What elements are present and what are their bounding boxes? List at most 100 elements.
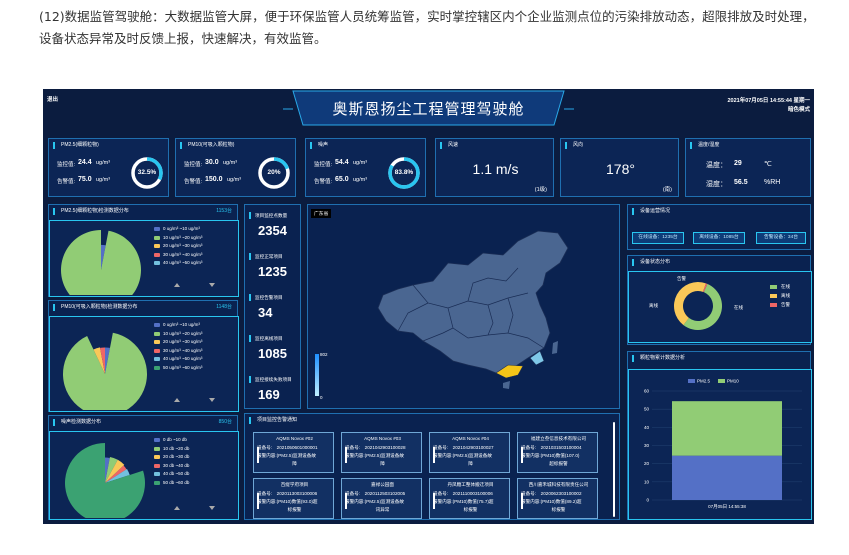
legend-swatch[interactable] <box>154 227 160 231</box>
device-status-donut[interactable] <box>668 276 728 336</box>
legend-label[interactable]: 40 db ~50 db <box>163 471 189 476</box>
legend-swatch[interactable] <box>154 480 160 485</box>
legend-swatch[interactable] <box>154 463 160 468</box>
legend-swatch[interactable] <box>154 438 160 442</box>
alarm-card[interactable]: 福建立叁信息技术有限公司 设备号: 2021031503100004 报警内容:(P… <box>517 432 598 473</box>
alarm-card-scroll[interactable] <box>521 447 523 463</box>
bar-legend-swatch[interactable] <box>688 379 695 383</box>
legend-label[interactable]: 20 ug/m³ ~30 ug/m³ <box>163 243 202 248</box>
legend-label[interactable]: 10 ug/m³ ~20 ug/m³ <box>163 235 202 240</box>
alarm-card[interactable]: 百缇学府项目 设备号: 2020113003100006 报警内容:(PM10)数值… <box>253 478 334 519</box>
alarm-card-scroll[interactable] <box>345 447 347 463</box>
bar-legend-label[interactable]: PM10 <box>727 379 739 384</box>
bar-legend-label[interactable]: PM2.5 <box>697 379 711 384</box>
offline-devices-button[interactable]: 离线设备：1085台 <box>693 232 745 244</box>
alarm-content-extra: 障 <box>380 461 385 466</box>
china-map[interactable] <box>368 223 608 393</box>
legend-label[interactable]: 30 ug/m³ ~40 ug/m³ <box>163 252 202 257</box>
wind-direction-value: 178° <box>606 161 635 177</box>
legend-prev-arrow[interactable] <box>174 506 180 510</box>
province-selector[interactable]: 广东省 <box>311 209 332 218</box>
theme-toggle[interactable]: 暗色模式 <box>788 105 810 113</box>
alarm-card-scroll[interactable] <box>257 447 259 463</box>
wind-speed-level: (1级) <box>534 187 547 193</box>
stat-value: 2354 <box>258 223 287 238</box>
alarm-card[interactable]: 丹凤糖工整体搬迁项目 设备号: 2021110003100006 报警内容:(PM1… <box>429 478 510 519</box>
alarm-card-scroll[interactable] <box>433 447 435 463</box>
rose-pie-chart[interactable] <box>53 433 163 518</box>
legend-label[interactable]: 0 ug/m³ ~10 ug/m³ <box>163 322 200 327</box>
legend-swatch[interactable] <box>154 357 160 361</box>
rose-slice[interactable] <box>61 230 141 295</box>
legend-swatch[interactable] <box>154 252 160 257</box>
legend-swatch[interactable] <box>154 261 160 265</box>
panel-title: PM10(可吸入颗粒物)检测数据分布 <box>49 301 137 314</box>
legend-swatch[interactable] <box>154 446 160 451</box>
legend-label[interactable]: 40 ug/m³ ~50 ug/m³ <box>163 356 202 361</box>
online-devices-button[interactable]: 在线设备：1235台 <box>632 232 684 244</box>
legend-next-arrow[interactable] <box>209 398 215 402</box>
legend-swatch[interactable] <box>154 340 160 344</box>
legend-prev-arrow[interactable] <box>174 398 180 402</box>
legend-label[interactable]: 30 db ~40 db <box>163 463 189 468</box>
legend-label[interactable]: 50 db ~60 db <box>163 480 189 485</box>
legend-next-arrow[interactable] <box>209 506 215 510</box>
particle-bar-chart[interactable]: 0 10 20 30 40 50 60 PM2.5 PM10 07月05日 14:55:38 <box>628 369 812 520</box>
legend-swatch[interactable] <box>154 472 160 476</box>
legend-prev-arrow[interactable] <box>174 283 180 287</box>
monitor-label: 监控值: <box>184 162 203 168</box>
bar-legend-swatch[interactable] <box>718 379 725 383</box>
legend-label[interactable]: 10 db ~20 db <box>163 446 189 451</box>
y-tick-label: 20 <box>644 461 650 466</box>
exit-link[interactable]: 退出 <box>47 95 58 103</box>
status-legend-swatch[interactable] <box>770 285 777 289</box>
alarm-devices-button[interactable]: 告警设备：34台 <box>756 232 806 244</box>
alarm-scrollbar[interactable] <box>613 422 615 517</box>
legend-label[interactable]: 0 db ~10 db <box>163 437 187 442</box>
metric-card-title: 噪声 <box>306 139 328 152</box>
stats-column: 项目监控点数量 2354 监控正常项目 1235 监控告警项目 34 监控离线项目 1085 监… <box>244 204 301 409</box>
alarm-name: 嘉禄公园面 <box>371 482 394 487</box>
alarm-card-scroll[interactable] <box>521 493 523 509</box>
bar-segment[interactable] <box>672 401 782 456</box>
alarm-card[interactable]: AQMS Novox #02 设备号: 2021050601000001 报警内容:… <box>253 432 334 473</box>
particle-bar-title: 颗粒物累计数据分析 <box>628 352 685 365</box>
legend-next-arrow[interactable] <box>209 283 215 287</box>
legend-swatch[interactable] <box>154 323 160 327</box>
legend-label[interactable]: 40 ug/m³ ~50 ug/m³ <box>163 260 202 265</box>
panel-title: PM2.5(细颗粒物)检测数据分布 <box>49 205 129 218</box>
alarm-card[interactable]: 西川嘉禾城科技有限责任公司 设备号: 2020062303100002 报警内容:(… <box>517 478 598 519</box>
map-scale-bar[interactable] <box>313 350 325 400</box>
status-legend-label[interactable]: 告警 <box>781 302 790 308</box>
status-legend-swatch[interactable] <box>770 294 777 298</box>
legend-swatch[interactable] <box>154 331 160 336</box>
legend-label[interactable]: 50 ug/m³ ~60 ug/m³ <box>163 365 202 370</box>
bar-segment[interactable] <box>672 455 782 500</box>
alarm-card[interactable]: AQMS Novox #04 设备号: 2021042903100027 报警内容:… <box>429 432 510 473</box>
device-count: 850台 <box>218 419 232 425</box>
alarm-card-scroll[interactable] <box>345 493 347 509</box>
alarm-card-scroll[interactable] <box>433 493 435 509</box>
status-legend-label[interactable]: 离线 <box>781 293 790 299</box>
legend-label[interactable]: 10 ug/m³ ~20 ug/m³ <box>163 331 202 336</box>
alarm-card[interactable]: 嘉禄公园面 设备号: 2020112503102005 报警内容:(PM2.5)监测… <box>341 478 422 519</box>
legend-label[interactable]: 20 ug/m³ ~30 ug/m³ <box>163 339 202 344</box>
rose-slice[interactable] <box>65 443 145 518</box>
rose-pie-chart[interactable] <box>53 222 163 295</box>
metric-card: PM2.5(细颗粒物) 监控值: 24.4 ug/m³ 告警值: 75.0 ug/m³ 32.… <box>48 138 169 197</box>
legend-label[interactable]: 20 db ~30 db <box>163 454 189 459</box>
legend-swatch[interactable] <box>154 348 160 353</box>
legend-swatch[interactable] <box>154 455 160 459</box>
status-legend-swatch[interactable] <box>770 303 777 307</box>
header-datetime: 2021年07月05日 14:55:44 星期一 <box>727 98 810 104</box>
rose-pie-chart[interactable] <box>53 318 163 410</box>
legend-label[interactable]: 30 ug/m³ ~40 ug/m³ <box>163 348 202 353</box>
legend-swatch[interactable] <box>154 244 160 248</box>
donut-segment[interactable] <box>674 282 706 326</box>
alarm-card-scroll[interactable] <box>257 493 259 509</box>
legend-swatch[interactable] <box>154 235 160 240</box>
legend-swatch[interactable] <box>154 365 160 370</box>
alarm-card[interactable]: AQMS Novox #03 设备号: 2021042903100028 报警内容:… <box>341 432 422 473</box>
status-legend-label[interactable]: 在线 <box>781 284 790 290</box>
legend-label[interactable]: 0 ug/m³ ~10 ug/m³ <box>163 226 200 231</box>
